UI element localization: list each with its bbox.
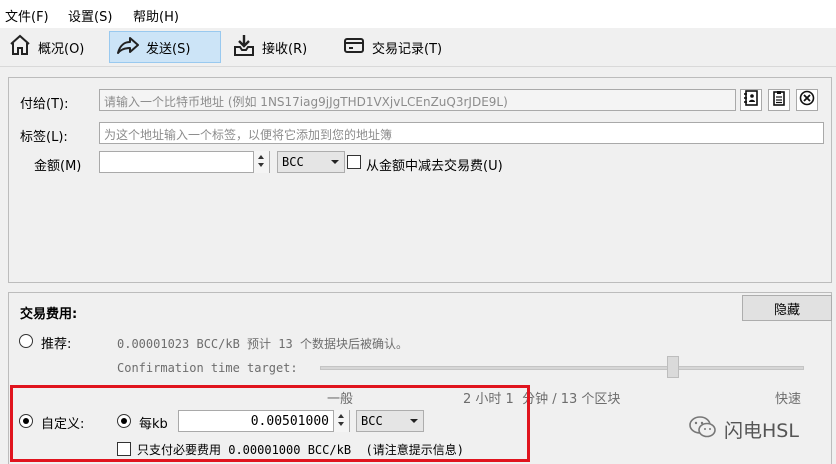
home-icon — [8, 33, 32, 61]
label-input[interactable]: 为这个地址输入一个标签，以便将它添加到您的地址簿 — [99, 122, 824, 144]
recommended-label: 推荐: — [41, 337, 72, 352]
pay-to-label: 付给(T): — [20, 97, 69, 112]
tab-transactions-label: 交易记录(T) — [372, 41, 443, 57]
receive-icon — [232, 33, 256, 61]
tab-send[interactable]: 发送(S) — [109, 31, 221, 63]
tab-receive[interactable]: 接收(R) — [226, 31, 322, 63]
menu-file[interactable]: 文件(F) — [5, 6, 49, 25]
fee-title: 交易费用: — [20, 307, 78, 322]
tab-transactions[interactable]: 交易记录(T) — [336, 31, 460, 63]
menu-bar: 文件(F) 设置(S) 帮助(H) — [0, 0, 836, 28]
amount-unit-select[interactable]: BCC — [277, 151, 345, 173]
address-book-button[interactable] — [740, 89, 762, 111]
paste-button[interactable] — [768, 89, 790, 111]
amount-unit-value: BCC — [282, 155, 304, 169]
amount-label: 金额(M) — [34, 159, 82, 174]
hide-fee-button[interactable]: 隐藏 — [742, 295, 832, 321]
pay-to-placeholder: 请输入一个比特币地址 (例如 1NS17iag9jJgTHD1VXjvLCEnZ… — [104, 95, 508, 109]
tab-overview-label: 概况(O) — [38, 41, 85, 57]
pay-to-input[interactable]: 请输入一个比特币地址 (例如 1NS17iag9jJgTHD1VXjvLCEnZ… — [99, 89, 736, 111]
amount-input[interactable] — [99, 151, 270, 173]
send-icon — [116, 33, 140, 61]
watermark-text: 闪电HSL — [724, 419, 799, 442]
tab-overview[interactable]: 概况(O) — [2, 31, 98, 63]
highlight-box — [10, 385, 530, 462]
address-book-icon — [743, 90, 759, 110]
close-icon — [799, 90, 815, 110]
confirmation-slider-handle[interactable] — [667, 356, 680, 378]
transactions-icon — [342, 33, 366, 61]
paste-icon — [771, 90, 787, 110]
recommended-fee-radio[interactable] — [19, 334, 33, 348]
menu-help[interactable]: 帮助(H) — [133, 6, 179, 25]
tab-send-label: 发送(S) — [146, 41, 191, 57]
tab-receive-label: 接收(R) — [262, 41, 308, 57]
toolbar: 概况(O) 发送(S) 接收(R) 交易记录(T) — [0, 28, 836, 67]
label-placeholder: 为这个地址输入一个标签，以便将它添加到您的地址簿 — [104, 128, 393, 142]
confirmation-target-label: Confirmation time target: — [117, 361, 298, 375]
menu-settings[interactable]: 设置(S) — [68, 6, 112, 25]
subtract-fee-checkbox[interactable] — [347, 155, 361, 169]
recommended-fee-text: 0.00001023 BCC/kB 预计 13 个数据块后被确认。 — [117, 337, 408, 351]
wechat-icon — [688, 414, 718, 444]
watermark: 闪电HSL — [688, 414, 799, 444]
hide-fee-button-label: 隐藏 — [773, 302, 800, 318]
chevron-down-icon — [330, 155, 340, 172]
clear-button[interactable] — [796, 89, 818, 111]
subtract-fee-label: 从金额中减去交易费(U) — [366, 159, 503, 174]
label-label: 标签(L): — [20, 130, 68, 145]
scale-fast-label: 快速 — [775, 392, 802, 407]
confirmation-slider-track[interactable] — [320, 366, 804, 370]
amount-spinner[interactable] — [253, 151, 269, 173]
